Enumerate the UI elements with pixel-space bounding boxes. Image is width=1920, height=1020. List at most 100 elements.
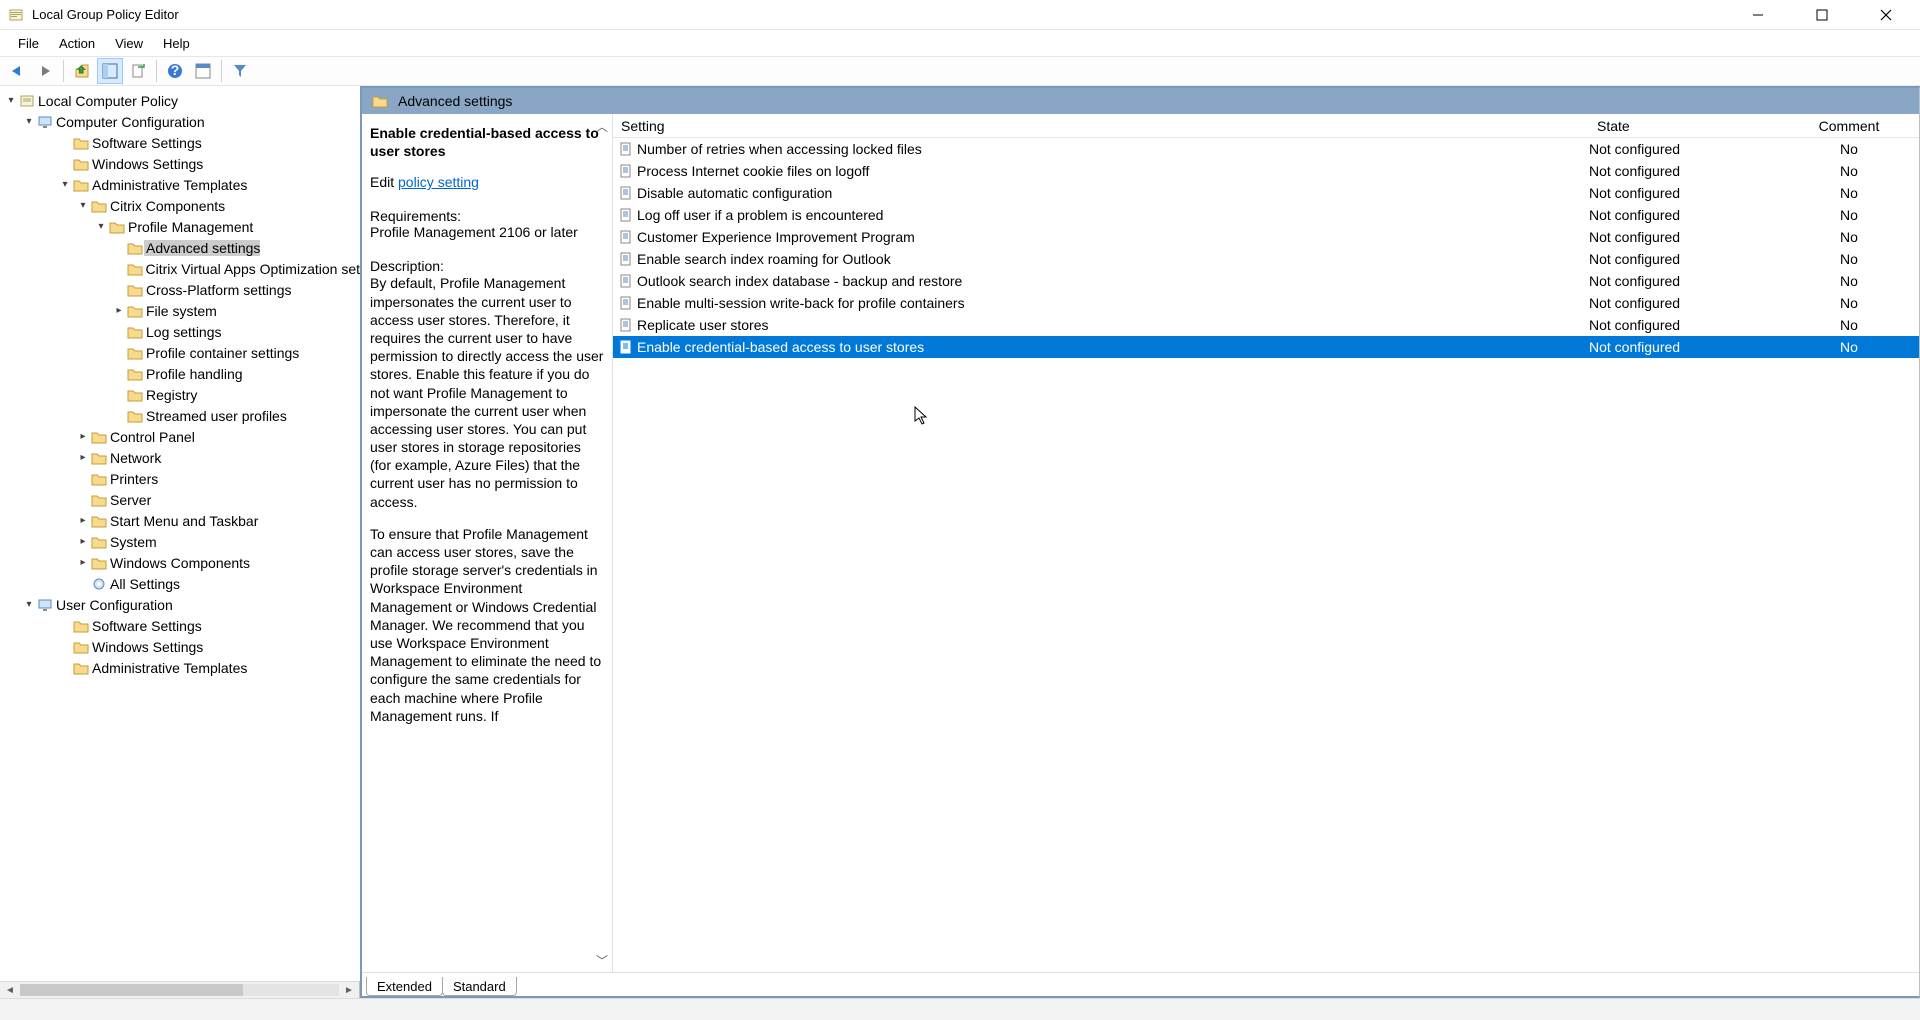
- tree-horizontal-scrollbar[interactable]: ◄ ►: [0, 981, 359, 998]
- chevron-right-icon[interactable]: ▸: [76, 452, 90, 463]
- minimize-button[interactable]: [1740, 2, 1776, 28]
- tree-item[interactable]: · Software Settings: [0, 132, 360, 153]
- chevron-right-icon[interactable]: ▸: [76, 536, 90, 547]
- tree-item[interactable]: ▾ Profile Management: [0, 216, 360, 237]
- tree-item[interactable]: · Citrix Virtual Apps Optimization set: [0, 258, 360, 279]
- export-button[interactable]: [125, 58, 151, 84]
- folder-icon: [372, 94, 388, 108]
- tree-item[interactable]: ▸ Network: [0, 447, 360, 468]
- options-button[interactable]: [190, 58, 216, 84]
- setting-row[interactable]: Customer Experience Improvement Program …: [613, 226, 1919, 248]
- tree-item[interactable]: · Profile container settings: [0, 342, 360, 363]
- tree-item[interactable]: ▸ Control Panel: [0, 426, 360, 447]
- setting-row[interactable]: Number of retries when accessing locked …: [613, 138, 1919, 160]
- chevron-right-icon[interactable]: ▸: [76, 557, 90, 568]
- setting-row[interactable]: Enable multi-session write-back for prof…: [613, 292, 1919, 314]
- tree-item[interactable]: ▾ Computer Configuration: [0, 111, 360, 132]
- setting-label: Process Internet cookie files on logoff: [635, 163, 1589, 179]
- edit-policy-setting-link[interactable]: policy setting: [398, 174, 479, 190]
- column-setting[interactable]: Setting: [613, 118, 1589, 134]
- chevron-down-icon[interactable]: ▾: [22, 116, 36, 127]
- chevron-down-icon[interactable]: ▾: [94, 221, 108, 232]
- help-button[interactable]: ?: [162, 58, 188, 84]
- setting-row[interactable]: Disable automatic configuration Not conf…: [613, 182, 1919, 204]
- scroll-down-icon[interactable]: ﹀: [594, 952, 610, 968]
- setting-row[interactable]: Log off user if a problem is encountered…: [613, 204, 1919, 226]
- back-button[interactable]: [4, 58, 30, 84]
- menu-action[interactable]: Action: [49, 33, 105, 54]
- column-comment[interactable]: Comment: [1779, 118, 1919, 134]
- setting-row[interactable]: Enable search index roaming for Outlook …: [613, 248, 1919, 270]
- status-bar: [0, 998, 1920, 1020]
- navigation-tree[interactable]: ▾ Local Computer Policy ▾ Computer Confi…: [0, 86, 360, 981]
- chevron-right-icon[interactable]: ▸: [112, 305, 126, 316]
- tree-item-label: Network: [108, 450, 161, 466]
- setting-comment: No: [1779, 163, 1919, 179]
- chevron-right-icon[interactable]: ▸: [76, 431, 90, 442]
- chevron-down-icon[interactable]: ▾: [58, 179, 72, 190]
- tree-item[interactable]: · Server: [0, 489, 360, 510]
- chevron-down-icon[interactable]: ▾: [76, 200, 90, 211]
- menu-help[interactable]: Help: [153, 33, 200, 54]
- tree-item[interactable]: · All Settings: [0, 573, 360, 594]
- tree-item[interactable]: ▸ System: [0, 531, 360, 552]
- setting-row[interactable]: Process Internet cookie files on logoff …: [613, 160, 1919, 182]
- setting-comment: No: [1779, 295, 1919, 311]
- folder-icon: [108, 220, 126, 234]
- tree-item[interactable]: · Printers: [0, 468, 360, 489]
- menu-view[interactable]: View: [105, 33, 153, 54]
- folder-icon: [72, 640, 90, 654]
- chevron-right-icon[interactable]: ▸: [76, 515, 90, 526]
- setting-comment: No: [1779, 229, 1919, 245]
- tree-item-label: Windows Components: [108, 555, 250, 571]
- tree-item[interactable]: · Software Settings: [0, 615, 360, 636]
- tree-item[interactable]: · Streamed user profiles: [0, 405, 360, 426]
- tree-item[interactable]: ▸ Windows Components: [0, 552, 360, 573]
- tree-item-label: Advanced settings: [144, 240, 260, 256]
- setting-row[interactable]: Replicate user stores Not configured No: [613, 314, 1919, 336]
- tree-item-label: Administrative Templates: [90, 177, 247, 193]
- folder-icon: [90, 430, 108, 444]
- setting-state: Not configured: [1589, 163, 1779, 179]
- folder-icon: [90, 556, 108, 570]
- tree-item[interactable]: ▸ File system: [0, 300, 360, 321]
- filter-button[interactable]: [227, 58, 253, 84]
- column-state[interactable]: State: [1589, 118, 1779, 134]
- tab-standard[interactable]: Standard: [442, 977, 517, 996]
- setting-row[interactable]: Enable credential-based access to user s…: [613, 336, 1919, 358]
- tree-item[interactable]: · Registry: [0, 384, 360, 405]
- folder-icon: [126, 346, 144, 360]
- tree-item[interactable]: ▾ Citrix Components: [0, 195, 360, 216]
- setting-doc-icon: [613, 274, 635, 288]
- tree-item-label: All Settings: [108, 576, 180, 592]
- close-button[interactable]: [1868, 2, 1904, 28]
- maximize-button[interactable]: [1804, 2, 1840, 28]
- up-button[interactable]: [69, 58, 95, 84]
- tree-item[interactable]: · Windows Settings: [0, 636, 360, 657]
- scroll-up-icon[interactable]: ︿: [594, 118, 610, 134]
- tree-item[interactable]: · Advanced settings: [0, 237, 360, 258]
- tree-item[interactable]: ▾ Administrative Templates: [0, 174, 360, 195]
- svg-text:?: ?: [171, 63, 180, 78]
- tree-item-label: Registry: [144, 387, 197, 403]
- chevron-down-icon[interactable]: ▾: [22, 599, 36, 610]
- setting-row[interactable]: Outlook search index database - backup a…: [613, 270, 1919, 292]
- tree-item[interactable]: · Windows Settings: [0, 153, 360, 174]
- folder-icon: [72, 619, 90, 633]
- tab-extended[interactable]: Extended: [366, 977, 443, 996]
- tree-item[interactable]: · Profile handling: [0, 363, 360, 384]
- setting-comment: No: [1779, 251, 1919, 267]
- tree-item[interactable]: ▾ Local Computer Policy: [0, 90, 360, 111]
- folder-icon: [72, 178, 90, 192]
- forward-button[interactable]: [32, 58, 58, 84]
- menu-file[interactable]: File: [8, 33, 49, 54]
- chevron-down-icon[interactable]: ▾: [4, 95, 18, 106]
- tree-item[interactable]: · Log settings: [0, 321, 360, 342]
- tree-item[interactable]: ▸ Start Menu and Taskbar: [0, 510, 360, 531]
- tree-item-label: Cross-Platform settings: [144, 282, 291, 298]
- tree-item[interactable]: · Cross-Platform settings: [0, 279, 360, 300]
- tree-item[interactable]: ▾ User Configuration: [0, 594, 360, 615]
- folder-icon: [90, 493, 108, 507]
- show-hide-tree-button[interactable]: [97, 58, 123, 84]
- tree-item[interactable]: · Administrative Templates: [0, 657, 360, 678]
